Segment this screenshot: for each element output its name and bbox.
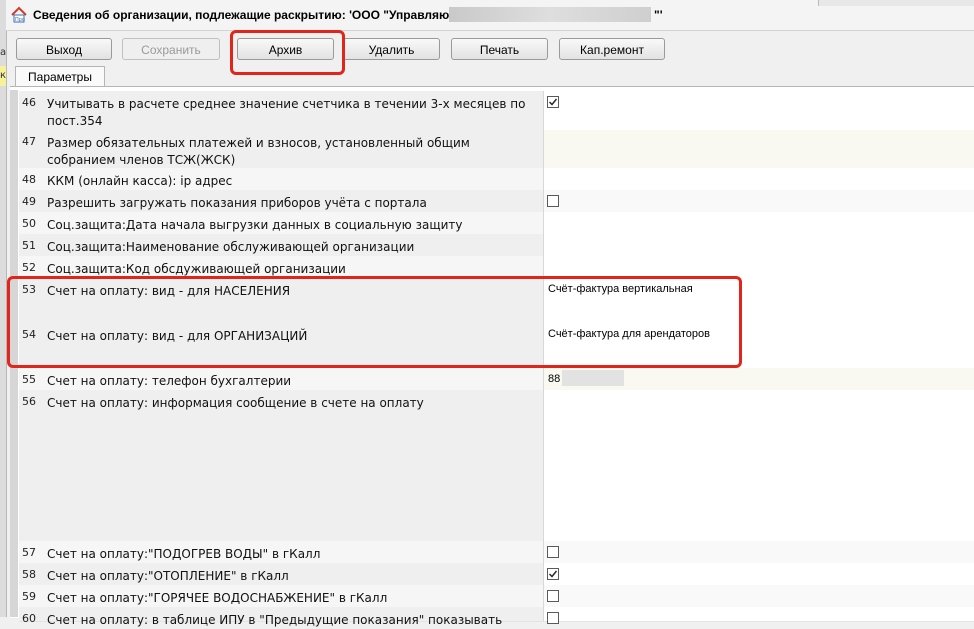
table-row[interactable]: 51 Соц.защита:Наименование обслуживающей … [19, 234, 974, 257]
row-number: 51 [19, 234, 43, 256]
left-edge-char: a [0, 47, 6, 58]
parameter-value-field[interactable]: Счёт-фактура для арендаторов [543, 323, 974, 368]
background-window-edge [818, 0, 974, 6]
parameter-value-field[interactable] [543, 130, 974, 168]
parameter-name: Размер обязательных платежей и взносов, … [43, 130, 543, 168]
tab-parameters-label: Параметры [28, 70, 92, 84]
parameter-value-cell[interactable] [543, 563, 974, 585]
save-button[interactable]: Сохранить [122, 38, 220, 60]
redacted-phone [562, 370, 624, 386]
left-edge-char: к [0, 70, 6, 81]
checkmark-icon [548, 98, 558, 106]
parameter-name: Счет на оплату:"ОТОПЛЕНИЕ" в гКалл [43, 563, 543, 585]
parameter-value-cell[interactable] [543, 607, 974, 624]
table-row[interactable]: 46 Учитывать в расчете среднее значение с… [19, 91, 974, 131]
parameter-name: Счет на оплату: вид - для ОРГАНИЗАЦИЙ [43, 323, 543, 368]
archive-button-label: Архив [268, 43, 303, 57]
parameter-name: Счет на оплату:"ГОРЯЧЕЕ ВОДОСНАБЖЕНИЕ" в… [43, 585, 543, 607]
checkbox-checked[interactable] [547, 568, 559, 580]
window-title: Сведения об организации, подлежащие раск… [33, 8, 460, 22]
save-button-label: Сохранить [141, 43, 201, 57]
row-number: 48 [19, 168, 43, 190]
row-number: 57 [19, 541, 43, 563]
exit-button[interactable]: Выход [16, 38, 112, 60]
table-row[interactable]: 58 Счет на оплату:"ОТОПЛЕНИЕ" в гКалл [19, 563, 974, 586]
table-row[interactable]: 49 Разрешить загружать показания приборов… [19, 190, 974, 213]
table-row[interactable]: 47 Размер обязательных платежей и взносов… [19, 130, 974, 169]
parameter-name: Разрешить загружать показания приборов у… [43, 190, 543, 212]
table-row[interactable]: 55 Счет на оплату: телефон бухгалтерии 88 [19, 368, 974, 391]
vertical-scrollbar[interactable] [10, 90, 18, 617]
parameter-value-cell[interactable] [543, 541, 974, 563]
parameter-name: Счет на оплату: вид - для НАСЕЛЕНИЯ [43, 278, 543, 323]
table-row[interactable]: 54 Счет на оплату: вид - для ОРГАНИЗАЦИЙ С… [19, 323, 974, 369]
print-button-label: Печать [479, 43, 520, 57]
row-number: 59 [19, 585, 43, 607]
row-number: 60 [19, 607, 43, 625]
parameter-value-field[interactable]: 88 [543, 368, 974, 390]
delete-button[interactable]: Удалить [343, 38, 440, 60]
parameter-value-cell[interactable] [543, 190, 974, 212]
house-icon: Про [11, 6, 27, 23]
checkbox-unchecked[interactable] [547, 612, 559, 624]
table-row[interactable]: 53 Счет на оплату: вид - для НАСЕЛЕНИЯ Счё… [19, 278, 974, 324]
parameter-value-text: 88 [548, 373, 561, 385]
row-number: 53 [19, 278, 43, 323]
row-number: 55 [19, 368, 43, 390]
archive-button[interactable]: Архив [237, 38, 334, 60]
checkbox-unchecked[interactable] [547, 590, 559, 602]
parameter-name: Счет на оплату:"ПОДОГРЕВ ВОДЫ" в гКалл [43, 541, 543, 563]
row-number: 49 [19, 190, 43, 212]
parameter-name: Счет на оплату: в таблице ИПУ в "Предыду… [43, 607, 543, 627]
parameter-value-cell[interactable] [543, 91, 974, 130]
capital-repair-button[interactable]: Кап.ремонт [559, 38, 665, 60]
left-window-edge: a к [0, 0, 7, 617]
row-number: 56 [19, 390, 43, 541]
left-edge-highlight: к [0, 66, 6, 86]
parameter-name: Соц.защита:Код обсдуживающей организации [43, 256, 543, 278]
parameter-value-field[interactable] [543, 234, 974, 256]
window-title-tail: "' [654, 8, 663, 22]
parameter-value-text: Счёт-фактура для арендаторов [548, 328, 710, 340]
parameter-name: Соц.защита:Дата начала выгрузки данных в… [43, 212, 543, 234]
checkbox-unchecked[interactable] [547, 195, 559, 207]
row-number: 50 [19, 212, 43, 234]
print-button[interactable]: Печать [451, 38, 548, 60]
parameter-name: ККМ (онлайн касса): ip адрес [43, 168, 543, 190]
parameter-name: Счет на оплату: информация сообщение в с… [43, 390, 543, 541]
parameter-name: Учитывать в расчете среднее значение сче… [43, 91, 543, 130]
table-row[interactable]: 59 Счет на оплату:"ГОРЯЧЕЕ ВОДОСНАБЖЕНИЕ"… [19, 585, 974, 608]
capital-repair-button-label: Кап.ремонт [580, 43, 644, 57]
table-row[interactable]: 60 Счет на оплату: в таблице ИПУ в "Преды… [19, 607, 974, 627]
row-number: 46 [19, 91, 43, 130]
tab-parameters[interactable]: Параметры [15, 66, 105, 87]
parameter-name: Соц.защита:Наименование обслуживающей ор… [43, 234, 543, 256]
parameter-value-text: Счёт-фактура вертикальная [548, 283, 693, 295]
table-row[interactable]: 57 Счет на оплату:"ПОДОГРЕВ ВОДЫ" в гКалл [19, 541, 974, 564]
table-row[interactable]: 52 Соц.защита:Код обсдуживающей организац… [19, 256, 974, 279]
row-number: 52 [19, 256, 43, 278]
svg-text:Про: Про [15, 17, 25, 23]
row-number: 58 [19, 563, 43, 585]
row-number: 54 [19, 323, 43, 368]
parameter-value-field[interactable] [543, 256, 974, 278]
table-row[interactable]: 48 ККМ (онлайн касса): ip адрес [19, 168, 974, 191]
checkbox-checked[interactable] [547, 96, 559, 108]
parameter-value-field[interactable] [543, 212, 974, 234]
parameter-name: Счет на оплату: телефон бухгалтерии [43, 368, 543, 390]
parameter-value-field[interactable] [543, 168, 974, 190]
parameter-value-field[interactable]: Счёт-фактура вертикальная [543, 278, 974, 323]
checkmark-icon [548, 570, 558, 578]
delete-button-label: Удалить [368, 43, 415, 57]
redacted-title-part [449, 7, 651, 22]
table-row[interactable]: 56 Счет на оплату: информация сообщение в… [19, 390, 974, 542]
parameter-value-field[interactable] [543, 390, 974, 541]
exit-button-label: Выход [46, 43, 82, 57]
table-row[interactable]: 50 Соц.защита:Дата начала выгрузки данных… [19, 212, 974, 235]
checkbox-unchecked[interactable] [547, 546, 559, 558]
row-number: 47 [19, 130, 43, 168]
parameter-value-cell[interactable] [543, 585, 974, 607]
